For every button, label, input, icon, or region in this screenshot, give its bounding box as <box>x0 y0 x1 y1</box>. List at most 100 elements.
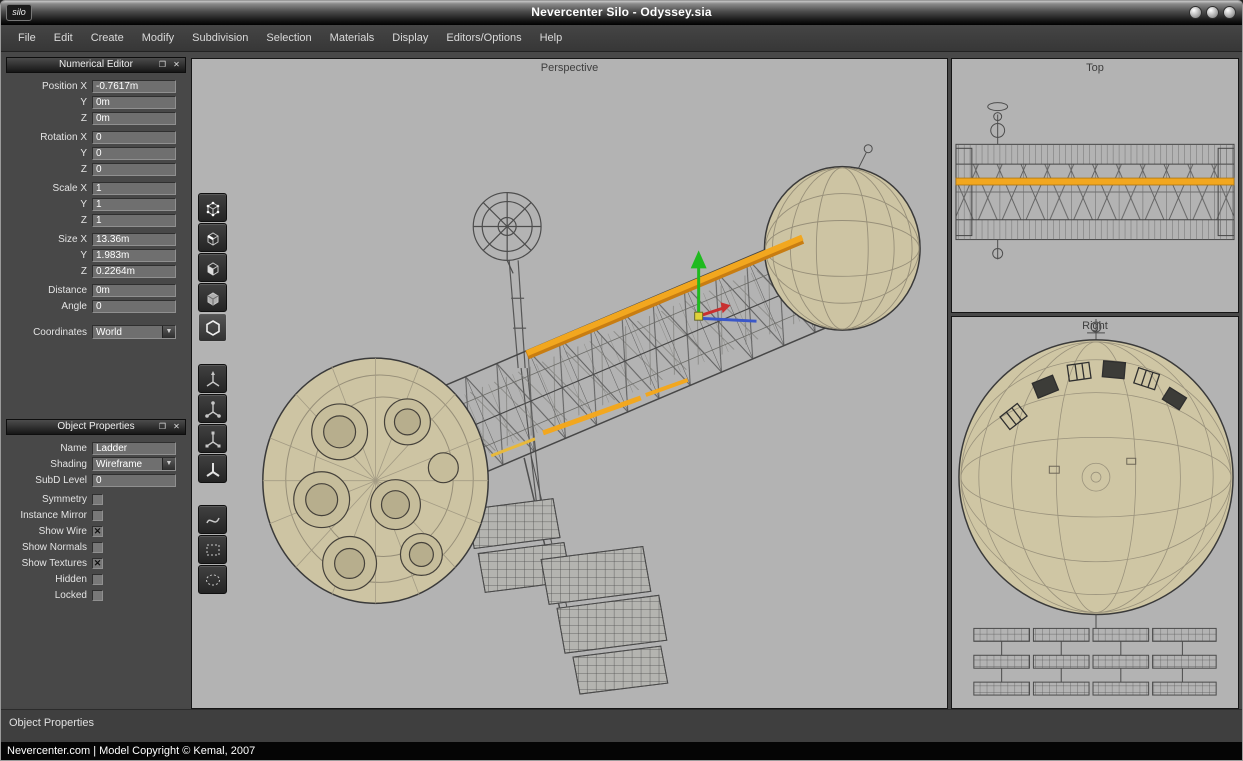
habitat-drum <box>764 145 920 330</box>
radar-dish <box>473 193 541 274</box>
field-label: Z <box>6 266 92 277</box>
menu-bar: File Edit Create Modify Subdivision Sele… <box>1 25 1242 52</box>
menu-item-modify[interactable]: Modify <box>133 27 183 49</box>
object-name-field[interactable] <box>92 442 176 455</box>
panel-detach-icon[interactable]: ❐ <box>157 59 168 71</box>
field-label: Distance <box>6 285 92 296</box>
menu-item-display[interactable]: Display <box>383 27 437 49</box>
field-label: Y <box>6 148 92 159</box>
copyright-text: Nevercenter.com | Model Copyright © Kema… <box>7 745 255 757</box>
menu-item-materials[interactable]: Materials <box>321 27 384 49</box>
menu-item-help[interactable]: Help <box>531 27 572 49</box>
window-title: Nevercenter Silo - Odyssey.sia <box>1 5 1242 19</box>
object-properties-panel: Object Properties ❐ ✕ Name Shading Wiref… <box>6 419 186 603</box>
show-wire-checkbox[interactable]: ✕ <box>92 526 103 537</box>
rect-select-button[interactable] <box>198 535 227 564</box>
object-mode-button[interactable] <box>198 313 227 342</box>
field-label: Z <box>6 215 92 226</box>
vertex-mode-button[interactable] <box>198 193 227 222</box>
ship-top-view <box>956 144 1234 239</box>
shading-value: Wireframe <box>96 459 142 470</box>
multi-mode-button[interactable] <box>198 283 227 312</box>
shading-dropdown[interactable]: Wireframe ▼ <box>92 457 176 471</box>
field-label: Rotation X <box>6 132 92 143</box>
position-z-field[interactable] <box>92 112 176 125</box>
subd-level-field[interactable] <box>92 474 176 487</box>
lasso-select-button[interactable] <box>198 565 227 594</box>
minimize-button[interactable] <box>1189 6 1202 19</box>
close-button[interactable] <box>1223 6 1236 19</box>
field-label: Hidden <box>6 574 92 585</box>
chevron-down-icon[interactable]: ▼ <box>162 458 175 470</box>
angle-field[interactable] <box>92 300 176 313</box>
coordinates-value: World <box>96 327 122 338</box>
viewport-label: Right <box>952 320 1238 332</box>
panel-close-icon[interactable]: ✕ <box>171 421 182 433</box>
scale-z-field[interactable] <box>92 214 176 227</box>
menu-item-edit[interactable]: Edit <box>45 27 82 49</box>
face-mode-button[interactable] <box>198 253 227 282</box>
hidden-checkbox[interactable] <box>92 574 103 585</box>
panel-detach-icon[interactable]: ❐ <box>157 421 168 433</box>
axis-tool-button[interactable] <box>198 454 227 483</box>
rotation-y-field[interactable] <box>92 147 176 160</box>
coordinates-dropdown[interactable]: World ▼ <box>92 325 176 339</box>
field-label: Y <box>6 97 92 108</box>
rotation-z-field[interactable] <box>92 163 176 176</box>
top-canvas[interactable] <box>952 59 1238 312</box>
window-controls <box>1189 6 1236 19</box>
perspective-viewport[interactable]: Perspective <box>191 58 948 709</box>
ship-end-view <box>959 340 1233 615</box>
field-label: Shading <box>6 459 92 470</box>
perspective-canvas[interactable] <box>192 59 947 708</box>
rotation-x-field[interactable] <box>92 131 176 144</box>
app-window: silo Nevercenter Silo - Odyssey.sia File… <box>0 0 1243 761</box>
right-canvas[interactable] <box>952 317 1238 708</box>
numerical-editor-panel: Numerical Editor ❐ ✕ Position X Y Z Rota… <box>6 57 186 340</box>
status-text: Object Properties <box>9 717 94 729</box>
viewport-label: Perspective <box>192 62 947 74</box>
scale-y-field[interactable] <box>92 198 176 211</box>
field-label: Instance Mirror <box>6 510 92 521</box>
size-z-field[interactable] <box>92 265 176 278</box>
symmetry-checkbox[interactable] <box>92 494 103 505</box>
menu-item-selection[interactable]: Selection <box>257 27 320 49</box>
toolbar-spacer <box>198 484 227 504</box>
menu-item-file[interactable]: File <box>9 27 45 49</box>
engine-section <box>263 358 488 603</box>
position-y-field[interactable] <box>92 96 176 109</box>
chevron-down-icon[interactable]: ▼ <box>162 326 175 338</box>
size-x-field[interactable] <box>92 233 176 246</box>
instance-mirror-checkbox[interactable] <box>92 510 103 521</box>
size-y-field[interactable] <box>92 249 176 262</box>
right-viewport[interactable]: Right <box>951 316 1239 709</box>
distance-field[interactable] <box>92 284 176 297</box>
move-tool-button[interactable] <box>198 364 227 393</box>
paint-select-button[interactable] <box>198 505 227 534</box>
numerical-editor-header[interactable]: Numerical Editor ❐ ✕ <box>6 57 186 73</box>
object-properties-header[interactable]: Object Properties ❐ ✕ <box>6 419 186 435</box>
maximize-button[interactable] <box>1206 6 1219 19</box>
viewport-label: Top <box>952 62 1238 74</box>
top-viewport[interactable]: Top <box>951 58 1239 313</box>
panel-close-icon[interactable]: ✕ <box>171 59 182 71</box>
show-textures-checkbox[interactable]: ✕ <box>92 558 103 569</box>
field-label: Show Textures <box>6 558 92 569</box>
menu-item-editors-options[interactable]: Editors/Options <box>437 27 530 49</box>
locked-checkbox[interactable] <box>92 590 103 601</box>
edge-mode-button[interactable] <box>198 223 227 252</box>
field-label: Y <box>6 250 92 261</box>
menu-item-create[interactable]: Create <box>82 27 133 49</box>
menu-item-subdivision[interactable]: Subdivision <box>183 27 257 49</box>
rotate-tool-button[interactable] <box>198 394 227 423</box>
scale-tool-button[interactable] <box>198 424 227 453</box>
field-label: Size X <box>6 234 92 245</box>
position-x-field[interactable] <box>92 80 176 93</box>
scale-x-field[interactable] <box>92 182 176 195</box>
title-bar[interactable]: silo Nevercenter Silo - Odyssey.sia <box>1 1 1242 25</box>
show-normals-checkbox[interactable] <box>92 542 103 553</box>
field-label: Scale X <box>6 183 92 194</box>
status-bar: Object Properties <box>1 709 1242 742</box>
viewport-toolbar <box>198 193 227 594</box>
field-label: Show Normals <box>6 542 92 553</box>
